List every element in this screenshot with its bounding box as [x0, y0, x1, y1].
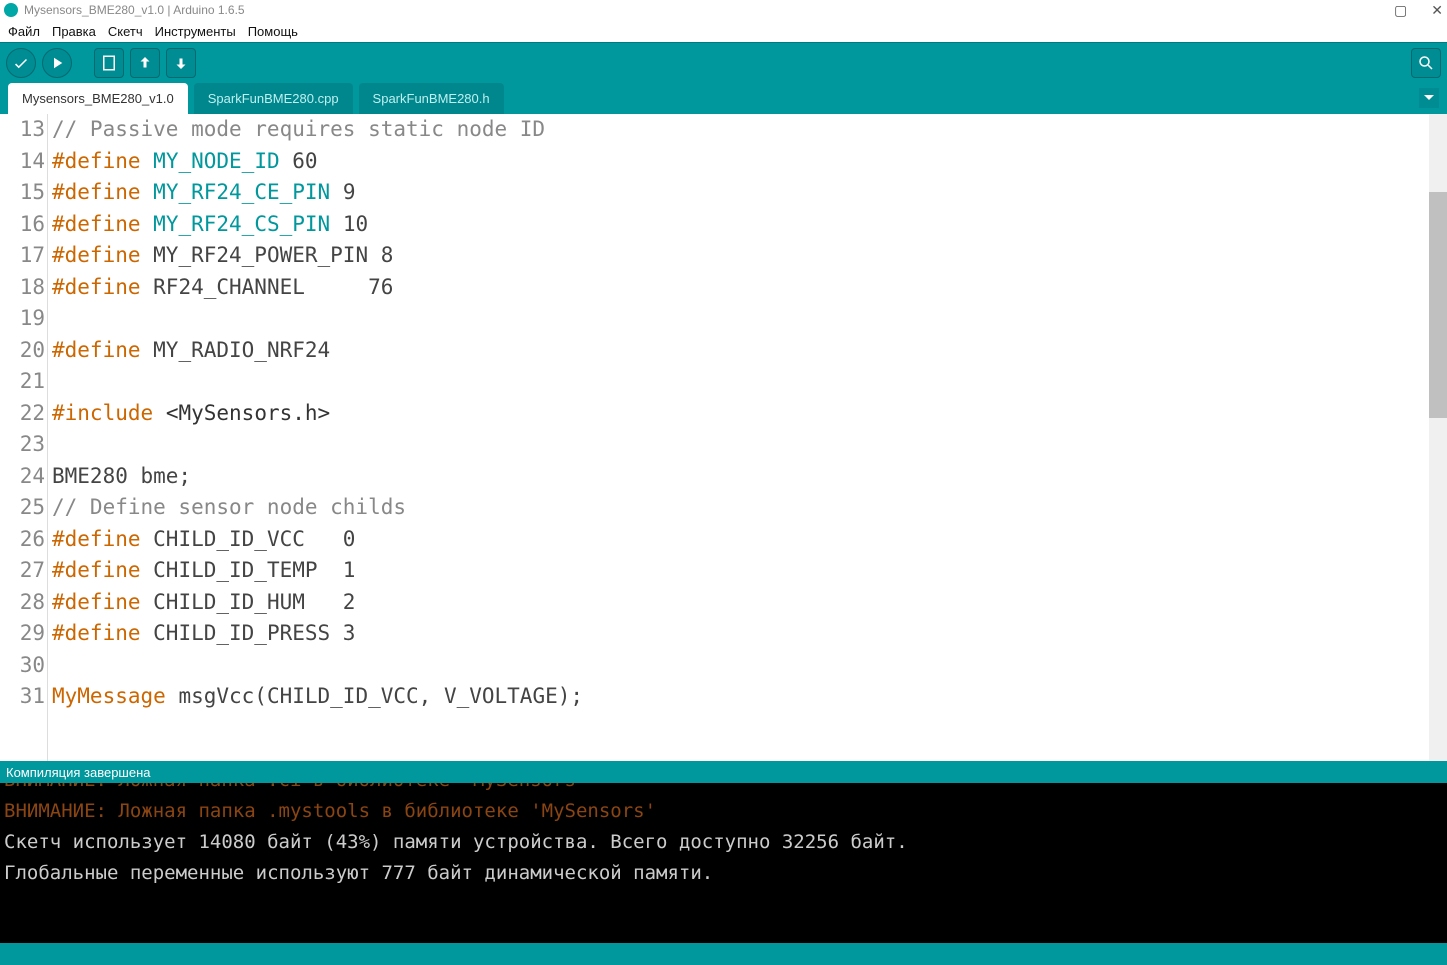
new-button[interactable] — [94, 48, 124, 78]
code-editor[interactable]: 13141516171819202122232425262728293031 /… — [0, 114, 1447, 761]
maximize-button[interactable]: ▢ — [1394, 2, 1407, 19]
arrow-right-icon — [48, 54, 66, 72]
toolbar — [0, 42, 1447, 82]
code-line[interactable]: #define MY_RF24_CS_PIN 10 — [52, 209, 1429, 241]
line-number: 15 — [0, 177, 45, 209]
open-button[interactable] — [130, 48, 160, 78]
save-button[interactable] — [166, 48, 196, 78]
code-line[interactable] — [52, 303, 1429, 335]
title-bar: Mysensors_BME280_v1.0 | Arduino 1.6.5 ▢ … — [0, 0, 1447, 20]
menu-edit[interactable]: Правка — [48, 22, 100, 41]
line-number: 16 — [0, 209, 45, 241]
line-number: 18 — [0, 272, 45, 304]
line-number: 24 — [0, 461, 45, 493]
code-line[interactable]: #define CHILD_ID_TEMP 1 — [52, 555, 1429, 587]
menu-bar: Файл Правка Скетч Инструменты Помощь — [0, 20, 1447, 42]
code-line[interactable]: MyMessage msgVcc(CHILD_ID_VCC, V_VOLTAGE… — [52, 681, 1429, 713]
code-line[interactable]: #define CHILD_ID_HUM 2 — [52, 587, 1429, 619]
line-number: 31 — [0, 681, 45, 713]
code-line[interactable] — [52, 366, 1429, 398]
line-number: 28 — [0, 587, 45, 619]
line-number: 27 — [0, 555, 45, 587]
tab-menu-button[interactable] — [1419, 88, 1439, 108]
arrow-up-icon — [136, 54, 154, 72]
code-line[interactable]: // Define sensor node childs — [52, 492, 1429, 524]
verify-button[interactable] — [6, 48, 36, 78]
serial-monitor-button[interactable] — [1411, 48, 1441, 78]
console-line: ВНИМАНИЕ: Ложная папка .mystools в библи… — [4, 796, 1443, 827]
status-text: Компиляция завершена — [6, 765, 151, 780]
code-area[interactable]: // Passive mode requires static node ID#… — [48, 114, 1429, 761]
line-number: 22 — [0, 398, 45, 430]
code-line[interactable]: #define CHILD_ID_VCC 0 — [52, 524, 1429, 556]
tab-sparkfun-h[interactable]: SparkFunBME280.h — [359, 83, 504, 114]
line-number: 21 — [0, 366, 45, 398]
line-number: 29 — [0, 618, 45, 650]
code-line[interactable]: #define CHILD_ID_PRESS 3 — [52, 618, 1429, 650]
line-number: 19 — [0, 303, 45, 335]
console-line: ВНИМАНИЕ: Ложная папка .ci в библиотеке … — [4, 783, 1443, 796]
menu-sketch[interactable]: Скетч — [104, 22, 147, 41]
tab-sparkfun-cpp[interactable]: SparkFunBME280.cpp — [194, 83, 353, 114]
menu-help[interactable]: Помощь — [244, 22, 302, 41]
code-line[interactable]: // Passive mode requires static node ID — [52, 114, 1429, 146]
line-number: 17 — [0, 240, 45, 272]
console-line: Скетч использует 14080 байт (43%) памяти… — [4, 827, 1443, 858]
scrollbar-thumb[interactable] — [1429, 192, 1447, 418]
code-line[interactable] — [52, 650, 1429, 682]
status-bar: Компиляция завершена — [0, 761, 1447, 783]
code-line[interactable] — [52, 429, 1429, 461]
console-output[interactable]: ВНИМАНИЕ: Ложная папка .ci в библиотеке … — [0, 783, 1447, 943]
window-title: Mysensors_BME280_v1.0 | Arduino 1.6.5 — [24, 3, 1394, 17]
code-line[interactable]: #define MY_RF24_CE_PIN 9 — [52, 177, 1429, 209]
arrow-down-icon — [172, 54, 190, 72]
console-line: Глобальные переменные используют 777 бай… — [4, 858, 1443, 889]
line-number: 25 — [0, 492, 45, 524]
line-number: 14 — [0, 146, 45, 178]
tab-main-sketch[interactable]: Mysensors_BME280_v1.0 — [8, 83, 188, 114]
check-icon — [12, 54, 30, 72]
arduino-logo-icon — [4, 3, 18, 17]
line-number: 23 — [0, 429, 45, 461]
line-number: 20 — [0, 335, 45, 367]
footer-bar — [0, 943, 1447, 965]
line-number: 30 — [0, 650, 45, 682]
code-line[interactable]: #define MY_RF24_POWER_PIN 8 — [52, 240, 1429, 272]
line-number: 26 — [0, 524, 45, 556]
code-line[interactable]: #define MY_RADIO_NRF24 — [52, 335, 1429, 367]
search-icon — [1417, 54, 1435, 72]
code-line[interactable]: #define MY_NODE_ID 60 — [52, 146, 1429, 178]
menu-tools[interactable]: Инструменты — [151, 22, 240, 41]
chevron-down-icon — [1424, 93, 1434, 103]
close-button[interactable]: ✕ — [1431, 2, 1443, 19]
code-line[interactable]: BME280 bme; — [52, 461, 1429, 493]
code-line[interactable]: #include <MySensors.h> — [52, 398, 1429, 430]
tab-bar: Mysensors_BME280_v1.0 SparkFunBME280.cpp… — [0, 82, 1447, 114]
code-line[interactable]: #define RF24_CHANNEL 76 — [52, 272, 1429, 304]
menu-file[interactable]: Файл — [4, 22, 44, 41]
file-icon — [100, 54, 118, 72]
upload-button[interactable] — [42, 48, 72, 78]
line-number-gutter: 13141516171819202122232425262728293031 — [0, 114, 48, 761]
vertical-scrollbar[interactable] — [1429, 114, 1447, 761]
line-number: 13 — [0, 114, 45, 146]
